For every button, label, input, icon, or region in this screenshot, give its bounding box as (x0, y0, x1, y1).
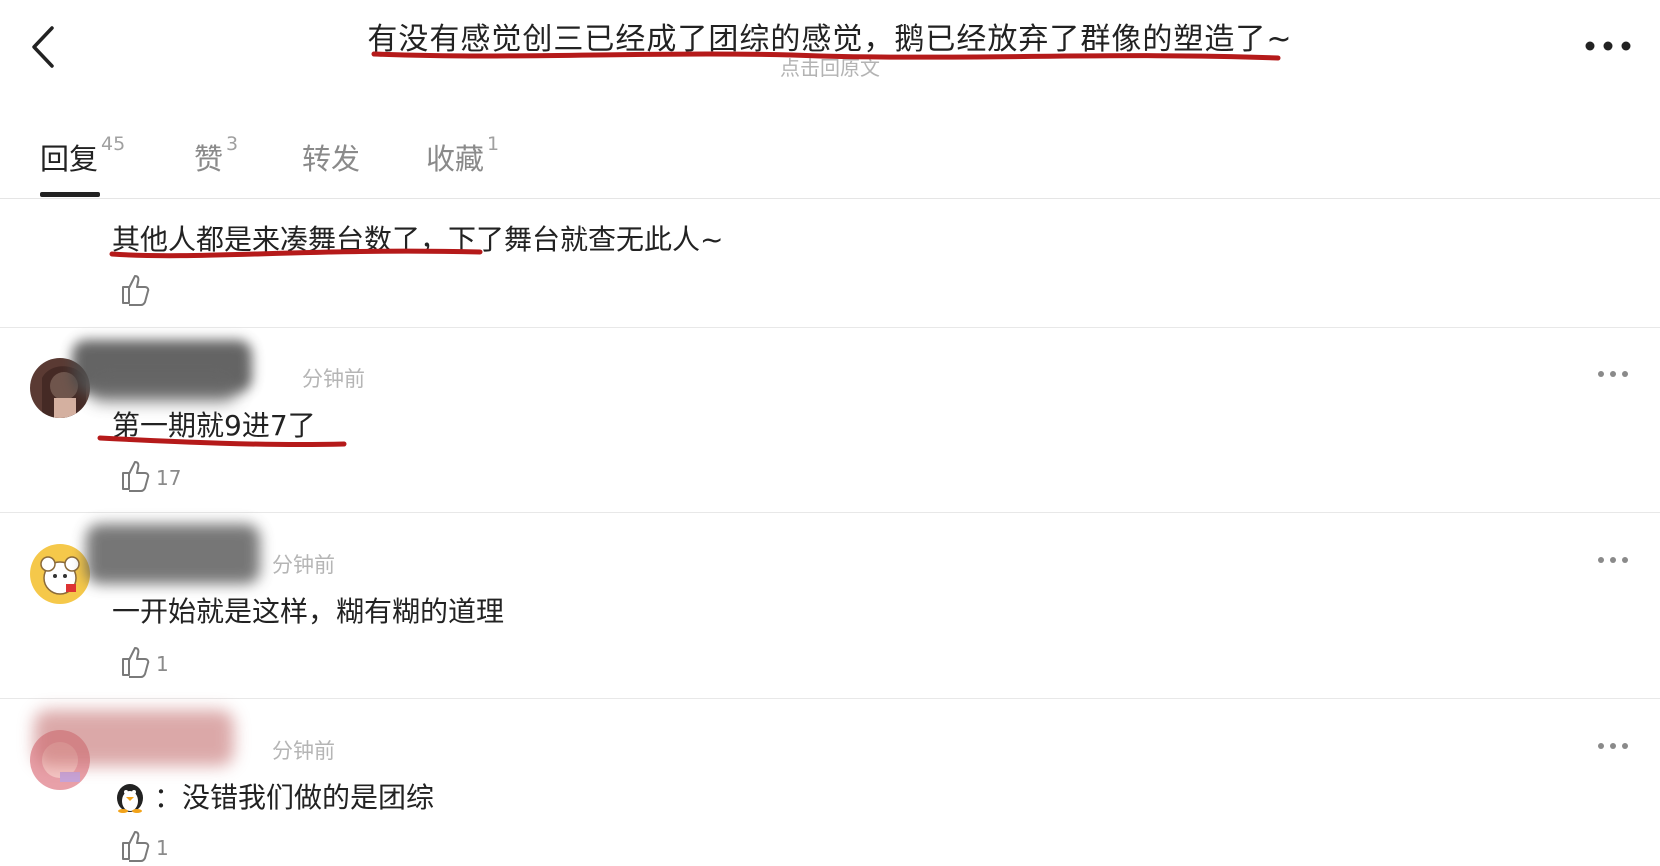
tab-bar: 回复 45 赞3 转发 收藏 1 (0, 126, 1660, 199)
comment-text-row: ：没错我们做的是团综 (112, 776, 434, 821)
thumbs-up-icon (122, 275, 150, 306)
penguin-icon (112, 778, 148, 821)
like-button[interactable]: 1 (120, 644, 169, 678)
comment-text: 其他人都是来凑舞台数了，下了舞台就查无此人~ (112, 223, 724, 256)
comment-text: 第一期就9进7了 (112, 409, 316, 442)
tab-likes-label: 赞 (194, 142, 224, 176)
thumbs-up-icon (122, 831, 150, 862)
like-button[interactable]: 17 (120, 458, 181, 492)
like-count: 1 (156, 836, 169, 860)
comment-text: 一开始就是这样，糊有糊的道理 (112, 595, 505, 628)
tab-reposts[interactable]: 转发 (302, 136, 360, 178)
more-options-icon[interactable] (1596, 738, 1630, 754)
username-redacted (34, 710, 234, 766)
thumbs-up-icon (122, 647, 150, 678)
more-options-icon[interactable] (1596, 366, 1630, 382)
more-options-icon[interactable] (1582, 34, 1634, 58)
tab-replies-count: 45 (101, 133, 126, 156)
like-button[interactable]: 1 (120, 828, 169, 862)
comment-time: 分钟前 (272, 553, 335, 577)
like-button[interactable] (120, 272, 156, 306)
tab-favorites-label: 收藏 (426, 142, 485, 176)
tab-replies-label: 回复 (40, 142, 99, 176)
thumbs-up-icon (122, 461, 150, 492)
divider (0, 327, 1660, 328)
tab-favorites-count: 1 (487, 133, 500, 156)
more-options-icon[interactable] (1596, 552, 1630, 568)
tab-reposts-label: 转发 (302, 142, 361, 176)
like-count: 1 (156, 652, 169, 676)
divider (0, 698, 1660, 699)
like-count: 17 (156, 466, 182, 490)
tab-replies[interactable]: 回复 45 (40, 133, 126, 178)
comment-text: ：没错我们做的是团综 (154, 781, 435, 814)
divider (0, 512, 1660, 513)
tab-favorites[interactable]: 收藏 1 (426, 133, 500, 178)
comment-time: 分钟前 (302, 367, 365, 391)
comment-time: 分钟前 (272, 739, 335, 763)
tab-likes[interactable]: 赞3 (194, 133, 239, 178)
username-redacted (86, 524, 260, 584)
active-tab-indicator (40, 192, 100, 197)
back-to-original-link[interactable]: 点击回原文 (0, 52, 1660, 81)
avatar[interactable] (30, 544, 90, 604)
tab-likes-count: 3 (226, 133, 239, 156)
top-bar: 有没有感觉创三已经成了团综的感觉，鹅已经放弃了群像的塑造了~ 点击回原文 (0, 0, 1660, 110)
username-redacted (88, 368, 238, 402)
